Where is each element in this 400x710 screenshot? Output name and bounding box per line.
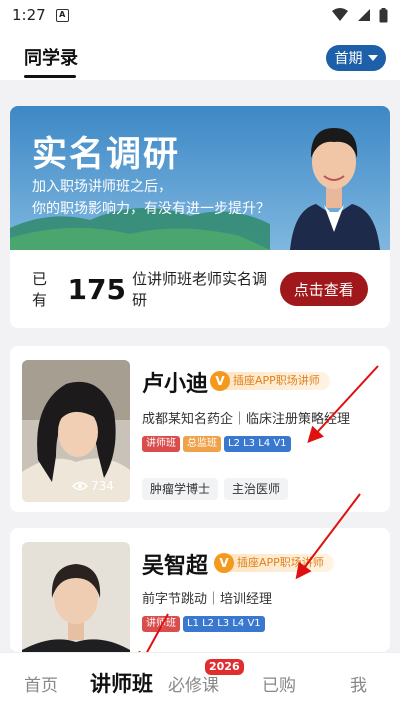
teacher-name: 卢小迪 (142, 372, 209, 397)
app-header: 同学录 首期 (0, 30, 400, 80)
banner-subtitle-1: 加入职场讲师班之后， (32, 179, 172, 195)
teacher-card[interactable]: 吴智超 V 插座APP职场讲师 前字节跳动｜培训经理 讲师班 L1 L2 L3 … (10, 528, 390, 652)
verified-v-icon: V (214, 553, 234, 573)
teacher-org: 成都某知名药企｜临床注册策略经理 (142, 412, 351, 427)
level-badge: L2 L3 L4 V1 (224, 436, 291, 452)
verified-lecturer-badge: V 插座APP职场讲师 (214, 552, 334, 574)
nav-badge-2026: 2026 (205, 659, 244, 675)
teacher-tags: 肿瘤学博士 主治医师 (142, 478, 289, 500)
survey-count: 175 (67, 272, 126, 306)
teacher-tag: 主治医师 (224, 478, 289, 500)
banner-title: 实名调研 (32, 135, 181, 175)
nav-item-home[interactable]: 首页 (24, 671, 58, 696)
period-select-label: 首期 (334, 51, 363, 67)
class-badges: 讲师班 L1 L2 L3 L4 V1 (142, 616, 265, 632)
view-count: 734 (72, 479, 114, 493)
page-title: 同学录 (24, 48, 78, 69)
verified-v-icon: V (210, 371, 230, 391)
verified-label: 插座APP职场讲师 (226, 372, 330, 390)
teacher-org: 前字节跳动｜培训经理 (142, 592, 273, 607)
class-badge: 讲师班 (142, 436, 180, 452)
teacher-tag: 肿瘤学博士 (142, 478, 219, 500)
period-select[interactable]: 首期 (326, 45, 386, 71)
nav-item-me[interactable]: 我 (350, 671, 367, 696)
banner-subtitle-2: 你的职场影响力，有没有进一步提升？ (32, 201, 270, 217)
survey-suffix: 位讲师班老师实名调研 (131, 270, 267, 309)
survey-banner-card[interactable]: 实名调研 加入职场讲师班之后， 你的职场影响力，有没有进一步提升？ 已有 175… (10, 106, 390, 328)
teacher-photo (22, 542, 130, 652)
survey-count-row: 已有 175 位讲师班老师实名调研 点击查看 (10, 250, 390, 328)
verified-lecturer-badge: V 插座APP职场讲师 (210, 370, 330, 392)
status-time: 1:27 (12, 6, 46, 24)
teacher-card[interactable]: 734 卢小迪 V 插座APP职场讲师 成都某知名药企｜临床注册策略经理 讲师班… (10, 346, 390, 512)
class-badge: 总监班 (183, 436, 221, 452)
class-badges: 讲师班 总监班 L2 L3 L4 V1 (142, 436, 291, 452)
survey-prefix: 已有 (32, 270, 48, 309)
class-badge: 讲师班 (142, 616, 180, 632)
battery-icon (379, 7, 388, 22)
view-count-value: 734 (91, 479, 114, 493)
nav-item-purchased[interactable]: 已购 (262, 671, 296, 696)
presenter-photo (290, 128, 380, 250)
title-underline (24, 75, 76, 78)
view-survey-button[interactable]: 点击查看 (279, 272, 368, 306)
caret-down-icon (367, 55, 378, 61)
signal-icon (358, 9, 370, 21)
wifi-icon (332, 8, 348, 21)
status-bar: 1:27 A (0, 0, 400, 30)
teacher-name: 吴智超 (142, 554, 209, 579)
survey-banner[interactable]: 实名调研 加入职场讲师班之后， 你的职场影响力，有没有进一步提升？ (10, 106, 390, 250)
eye-icon (72, 481, 88, 491)
level-badge: L1 L2 L3 L4 V1 (183, 616, 265, 632)
notification-icon: A (55, 8, 69, 22)
nav-item-lecturer-class[interactable]: 讲师班 (90, 668, 153, 698)
bottom-nav: 首页 讲师班 必修课 2026 已购 我 (0, 652, 400, 710)
verified-label: 插座APP职场讲师 (230, 554, 334, 572)
